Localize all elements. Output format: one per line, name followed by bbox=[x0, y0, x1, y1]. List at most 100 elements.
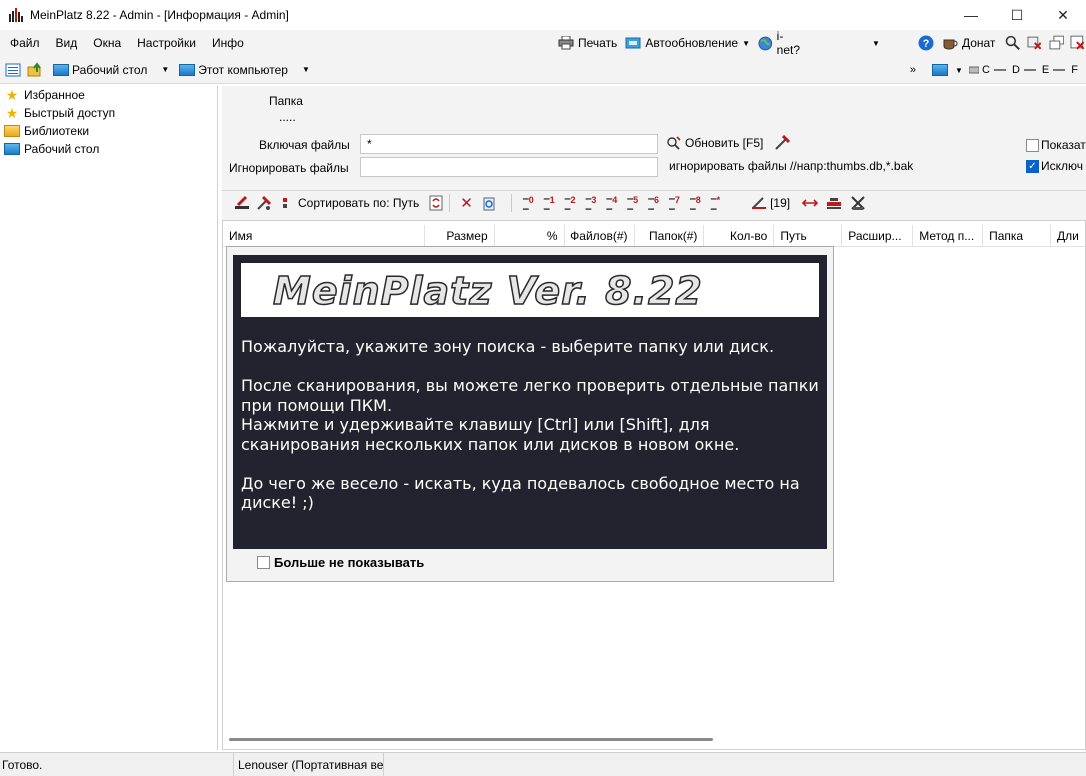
desktop-dropdown[interactable]: Рабочий стол ▼ bbox=[53, 63, 169, 77]
scan-tools-icon[interactable] bbox=[256, 195, 272, 211]
close-window-icon[interactable] bbox=[1027, 35, 1043, 51]
dont-show-option[interactable]: Больше не показывать bbox=[257, 555, 424, 570]
level-8-button[interactable]: 🮀8 bbox=[690, 195, 701, 210]
inet-dropdown[interactable]: i-net? bbox=[758, 29, 806, 57]
level-7-button[interactable]: 🮀7 bbox=[669, 195, 680, 210]
level-2-button[interactable]: 🮀2 bbox=[565, 195, 576, 210]
drive-d[interactable]: D bbox=[1012, 64, 1036, 76]
status-ready: Готово. bbox=[0, 753, 234, 776]
level-4-button[interactable]: 🮀4 bbox=[606, 195, 617, 210]
menu-file[interactable]: Файл bbox=[0, 36, 48, 50]
folder-icon bbox=[4, 125, 20, 137]
tree-item-quick-access[interactable]: ★ Быстрый доступ bbox=[0, 104, 217, 122]
autoupdate-dropdown[interactable]: Автообновление ▼ bbox=[625, 36, 750, 50]
help-button[interactable]: ? bbox=[918, 35, 934, 51]
column-header: Имя Размер % Файлов(#) Папок(#) Кол-во П… bbox=[223, 225, 1085, 247]
column-path[interactable]: Путь bbox=[774, 225, 843, 246]
hammer-icon[interactable] bbox=[234, 195, 250, 211]
column-length[interactable]: Дли bbox=[1051, 225, 1085, 246]
column-method[interactable]: Метод п... bbox=[913, 225, 984, 246]
computer-dropdown[interactable]: Этот компьютер ▼ bbox=[179, 63, 310, 77]
include-files-input[interactable] bbox=[360, 134, 658, 154]
ignore-files-label: Игнорировать файлы bbox=[229, 161, 349, 175]
tree-item-favorites[interactable]: ★ Избранное bbox=[0, 86, 217, 104]
level-6-button[interactable]: 🮀6 bbox=[648, 195, 659, 210]
sort-by-button[interactable]: Сортировать по: Путь bbox=[298, 196, 419, 210]
coffee-cup-icon bbox=[943, 39, 958, 50]
menu-settings[interactable]: Настройки bbox=[129, 36, 204, 50]
print-button[interactable]: Печать bbox=[558, 36, 617, 50]
drive-e[interactable]: E bbox=[1042, 64, 1066, 76]
expand-width-icon[interactable] bbox=[802, 196, 819, 210]
tools-icon[interactable] bbox=[774, 135, 790, 151]
refresh-button[interactable]: Обновить [F5] bbox=[666, 136, 763, 150]
sort-icon[interactable] bbox=[280, 195, 290, 211]
menu-info[interactable]: Инфо bbox=[204, 36, 252, 50]
globe-icon bbox=[758, 36, 773, 50]
search-icon[interactable] bbox=[1005, 35, 1021, 51]
donate-button[interactable]: Донат bbox=[942, 36, 995, 50]
tree-item-libraries[interactable]: Библиотеки bbox=[0, 122, 217, 140]
computer-icon bbox=[179, 63, 196, 76]
delete-icon[interactable]: ✕ bbox=[460, 194, 473, 212]
drive-c[interactable]: C bbox=[968, 64, 1006, 76]
desktop-icon bbox=[53, 63, 69, 76]
drive-f[interactable]: F bbox=[1071, 64, 1078, 76]
info-panel: MeinPlatz Ver. 8.22 Пожалуйста, укажите … bbox=[233, 255, 827, 549]
column-extension[interactable]: Расшир... bbox=[842, 225, 914, 246]
address-bar: Рабочий стол ▼ Этот компьютер ▼ » ▼ C D … bbox=[0, 56, 1086, 84]
inet-chevron-button[interactable]: ▼ bbox=[868, 39, 880, 48]
level-3-button[interactable]: 🮀3 bbox=[585, 195, 596, 210]
show-checkbox[interactable] bbox=[1026, 139, 1039, 152]
help-icon: ? bbox=[918, 35, 934, 51]
include-files-label: Включая файлы bbox=[259, 138, 350, 152]
column-name[interactable]: Имя bbox=[223, 225, 425, 246]
ignore-files-input[interactable] bbox=[360, 157, 658, 177]
column-count[interactable]: Кол-во bbox=[704, 225, 775, 246]
chevron-down-icon: ▼ bbox=[301, 65, 310, 74]
folder-up-icon[interactable] bbox=[27, 61, 43, 78]
show-label: Показат bbox=[1041, 138, 1086, 152]
star-icon: ★ bbox=[5, 105, 19, 121]
star-icon: ★ bbox=[5, 87, 19, 103]
sort-refresh-icon[interactable] bbox=[429, 195, 443, 211]
column-folder[interactable]: Папка bbox=[983, 225, 1052, 246]
dont-show-label: Больше не показывать bbox=[274, 555, 425, 570]
maximize-button[interactable]: ☐ bbox=[994, 0, 1040, 30]
exclude-checkbox[interactable]: ✓ bbox=[1026, 160, 1039, 173]
menu-windows[interactable]: Окна bbox=[85, 36, 129, 50]
close-button[interactable]: ✕ bbox=[1040, 0, 1086, 30]
column-percent[interactable]: % bbox=[495, 225, 565, 246]
level-1-button[interactable]: 🮀1 bbox=[544, 195, 555, 210]
remove-tools-icon[interactable] bbox=[850, 195, 866, 211]
column-folders[interactable]: Папок(#) bbox=[635, 225, 705, 246]
column-files[interactable]: Файлов(#) bbox=[565, 225, 635, 246]
chevron-down-icon: ▼ bbox=[872, 38, 880, 48]
recycle-icon[interactable] bbox=[481, 195, 497, 211]
broom-icon bbox=[752, 196, 767, 209]
drive-icon bbox=[968, 66, 979, 74]
level-5-button[interactable]: 🮀5 bbox=[627, 195, 638, 210]
more-chevron-icon[interactable]: » bbox=[910, 64, 916, 76]
view-list-icon[interactable] bbox=[5, 62, 21, 78]
menu-view[interactable]: Вид bbox=[48, 36, 86, 50]
dont-show-checkbox[interactable] bbox=[257, 556, 270, 569]
filter-icon[interactable] bbox=[826, 196, 842, 210]
level-0-button[interactable]: 🮀0 bbox=[523, 195, 534, 210]
level-all-button[interactable]: 🮀* bbox=[711, 195, 720, 210]
count-button[interactable]: [19] bbox=[751, 196, 790, 210]
status-user: Lenouser (Портативная вер bbox=[234, 753, 384, 776]
product-banner: MeinPlatz Ver. 8.22 bbox=[241, 263, 819, 317]
info-dialog: MeinPlatz Ver. 8.22 Пожалуйста, укажите … bbox=[226, 246, 834, 582]
minimize-button[interactable]: — bbox=[948, 0, 994, 30]
monitor-icon bbox=[932, 64, 949, 76]
desktop-icon bbox=[4, 143, 20, 155]
cascade-windows-icon[interactable] bbox=[1049, 35, 1065, 51]
horizontal-scrollbar[interactable] bbox=[229, 738, 713, 741]
column-size[interactable]: Размер bbox=[425, 225, 495, 246]
close-all-windows-icon[interactable] bbox=[1070, 35, 1086, 51]
view-mode-dropdown[interactable]: ▼ bbox=[932, 64, 963, 76]
title-bar: MeinPlatz 8.22 - Admin - [Информация - A… bbox=[0, 0, 1086, 30]
tree-item-desktop[interactable]: Рабочий стол bbox=[0, 140, 217, 158]
menu-bar: Файл Вид Окна Настройки Инфо Печать Авто… bbox=[0, 29, 1086, 57]
